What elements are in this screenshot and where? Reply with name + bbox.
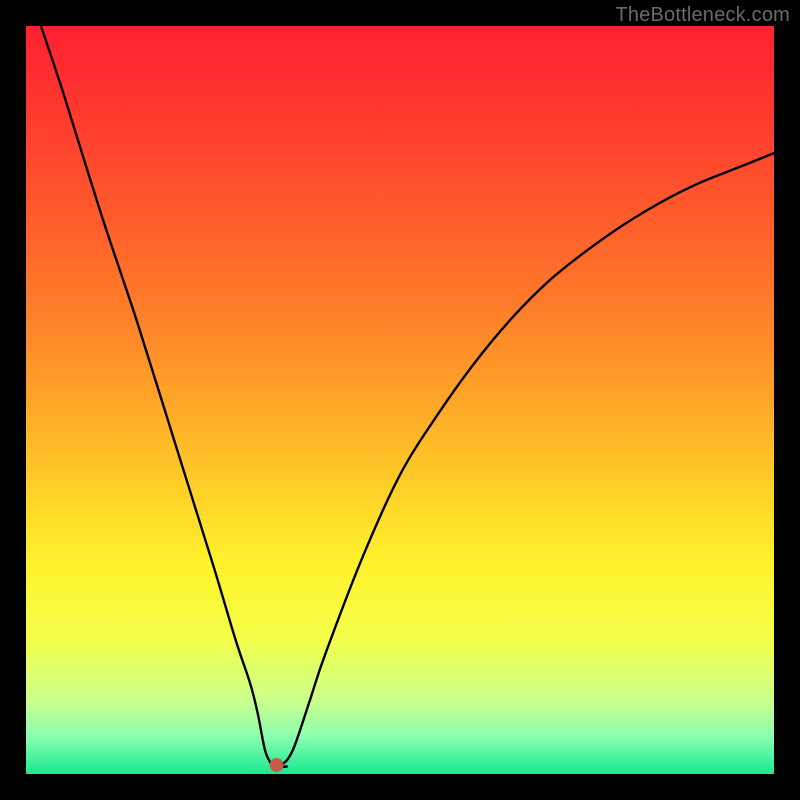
chart-background-gradient [26,26,774,774]
chart-svg [26,26,774,774]
watermark-text: TheBottleneck.com [615,4,790,27]
optimal-point-marker [270,758,284,772]
chart-plot-area [26,26,774,774]
